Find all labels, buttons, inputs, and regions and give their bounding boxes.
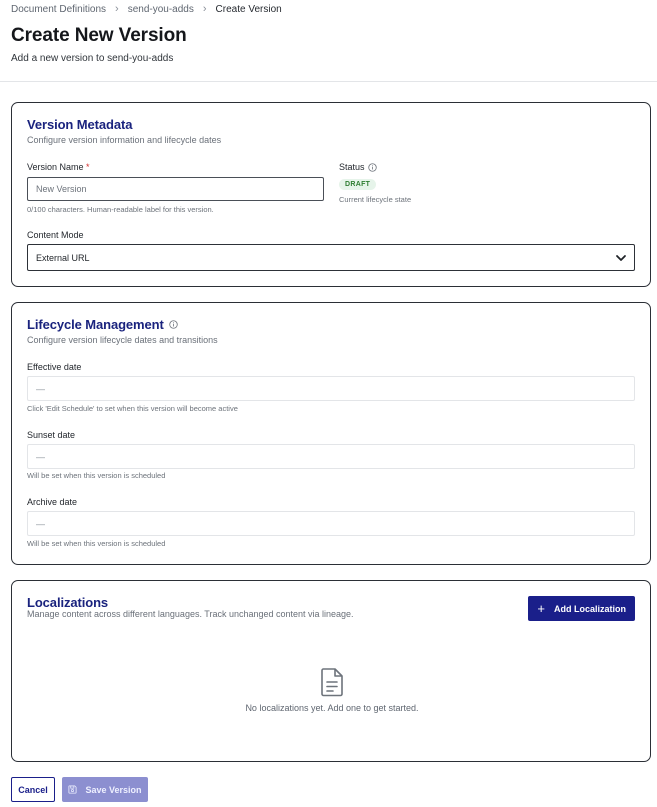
archive-date-field: — xyxy=(27,511,635,536)
breadcrumb-current: Create Version xyxy=(215,3,282,15)
status-badge: DRAFT xyxy=(339,179,377,190)
breadcrumb-link-send-you-adds[interactable]: send-you-adds xyxy=(128,4,194,15)
version-name-label: Version Name * xyxy=(27,162,90,172)
version-metadata-card: Version Metadata Configure version infor… xyxy=(11,102,651,287)
content-mode-label: Content Mode xyxy=(27,230,84,240)
effective-date-help: Click 'Edit Schedule' to set when this v… xyxy=(27,404,238,413)
archive-date-label: Archive date xyxy=(27,497,78,507)
lifecycle-management-title: Lifecycle Management xyxy=(27,317,178,332)
cancel-button[interactable]: Cancel xyxy=(11,777,55,802)
page-title: Create New Version xyxy=(11,25,187,46)
sunset-date-field: — xyxy=(27,444,635,469)
localizations-title: Localizations xyxy=(27,595,109,610)
breadcrumb: Document Definitions › send-you-adds › C… xyxy=(11,3,282,15)
lifecycle-management-card: Lifecycle Management Configure version l… xyxy=(11,302,651,565)
effective-date-field: — xyxy=(27,376,635,401)
lifecycle-management-title-text: Lifecycle Management xyxy=(27,317,164,332)
breadcrumb-link-document-definitions[interactable]: Document Definitions xyxy=(11,4,106,15)
info-icon[interactable] xyxy=(169,320,178,329)
archive-date-help: Will be set when this version is schedul… xyxy=(27,539,166,548)
version-name-help: 0/100 characters. Human-readable label f… xyxy=(27,205,214,214)
header-divider xyxy=(0,81,657,82)
version-name-input[interactable]: New Version xyxy=(27,177,324,201)
localizations-empty-text: No localizations yet. Add one to get sta… xyxy=(245,703,419,713)
localizations-card: Localizations Manage content across diff… xyxy=(11,580,651,762)
chevron-right-icon: › xyxy=(202,3,207,15)
version-name-label-text: Version Name xyxy=(27,162,84,172)
version-metadata-description: Configure version information and lifecy… xyxy=(27,135,222,145)
status-help: Current lifecycle state xyxy=(339,195,412,204)
plus-icon: + xyxy=(537,601,545,616)
effective-date-label: Effective date xyxy=(27,362,82,372)
sunset-date-label: Sunset date xyxy=(27,430,76,440)
content-mode-value: External URL xyxy=(36,252,90,263)
save-version-button[interactable]: Save Version xyxy=(62,777,148,802)
save-icon xyxy=(68,785,77,794)
version-metadata-title: Version Metadata xyxy=(27,117,133,132)
info-icon[interactable] xyxy=(367,162,377,172)
status-label-text: Status xyxy=(339,162,365,172)
page-subtitle: Add a new version to send-you-adds xyxy=(11,53,174,64)
document-icon xyxy=(321,668,343,697)
chevron-down-icon xyxy=(616,255,626,261)
required-mark: * xyxy=(86,162,90,172)
localizations-description: Manage content across different language… xyxy=(27,609,354,619)
chevron-right-icon: › xyxy=(115,3,119,15)
content-mode-select[interactable]: External URL xyxy=(27,244,635,271)
add-localization-label: Add Localization xyxy=(554,603,626,614)
save-version-label: Save Version xyxy=(85,784,142,795)
add-localization-button[interactable]: + Add Localization xyxy=(528,596,635,621)
sunset-date-help: Will be set when this version is schedul… xyxy=(27,471,166,480)
status-label: Status xyxy=(339,162,377,172)
lifecycle-management-description: Configure version lifecycle dates and tr… xyxy=(27,335,218,345)
